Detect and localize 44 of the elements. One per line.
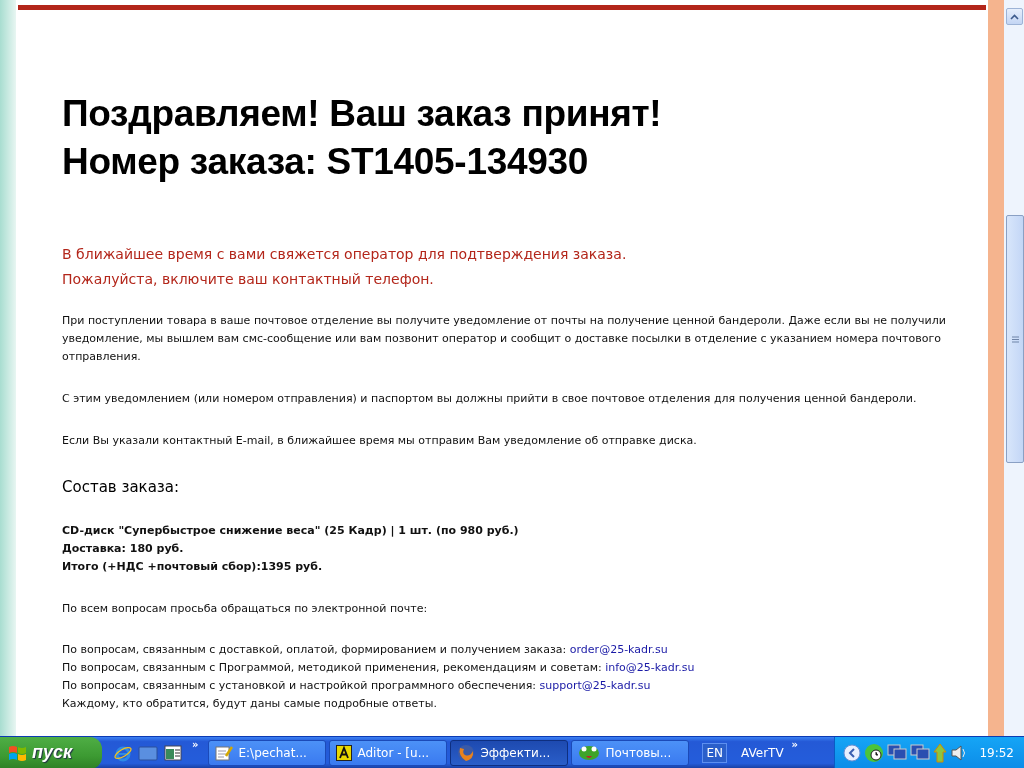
contact-intro: По всем вопросам просьба обращаться по электронной почте: <box>62 601 429 617</box>
order-line: Итого (+НДС +почтовый сбор):1395 руб. <box>62 559 324 575</box>
email-link[interactable]: order@25-kadr.su <box>569 643 668 656</box>
order-line: CD-диск "Супербыстрое снижение веса" (25 Кадр) | 1 шт. (по 980 руб.) <box>62 523 520 539</box>
email-link[interactable]: support@25-kadr.su <box>539 679 651 692</box>
contact-line: По вопросам, связанным с Программой, методикой применения, рекомендациям и советам: info@25-kadr.su <box>62 660 696 676</box>
contact-line: По вопросам, связанным с установкой и настройкой программного обеспечения: support@25-kadr.su <box>62 678 652 694</box>
chevron-left-icon[interactable] <box>843 743 862 762</box>
closing-text: Каждому, кто обратится, будут даны самые подробные ответы. <box>62 696 438 712</box>
taskbar-button[interactable]: E:\pechat... <box>208 739 327 766</box>
paragraph: При поступлении товара в ваше почтовое отделение вы получите уведомление от почты на получение ценной бандероли. Даже если вы не получили уведомление, мы вышлем вам смс-сообщение или вам позвонит оператор и сообщит о доставке посылки в отделение с указанием номера почтового отправления. <box>62 313 947 365</box>
paragraph: Если Вы указали контактный E-mail, в ближайшее время мы отправим Вам уведомление об отправке диска. <box>62 433 698 449</box>
caret-up-icon <box>1010 13 1019 20</box>
headline: Номер заказа: ST1405-134930 <box>62 140 590 184</box>
notice-text: Пожалуйста, включите ваш контактный телефон. <box>62 270 435 289</box>
paragraph: С этим уведомлением (или номером отправления) и паспортом вы должны прийти в свое почтовое отделения для получения ценной бандероли. <box>62 391 918 407</box>
window-icon[interactable] <box>164 744 182 761</box>
start-button[interactable]: пуск <box>0 736 102 768</box>
grip-icon <box>1011 335 1019 343</box>
headline: Поздравляем! Ваш заказ принят! <box>62 92 663 136</box>
more-icon[interactable]: » <box>791 739 799 750</box>
scrollbar-thumb[interactable] <box>1006 215 1024 463</box>
up-arrow-icon[interactable] <box>933 742 948 763</box>
notice-text: В ближайшее время с вами свяжется оператор для подтверждения заказа. <box>62 245 628 264</box>
order-heading: Состав заказа: <box>62 478 181 496</box>
frog-icon <box>578 743 601 762</box>
language-indicator[interactable]: EN <box>702 742 728 763</box>
contact-line: По вопросам, связанным с доставкой, оплатой, формированием и получением заказа: order@25-kadr.su <box>62 642 669 658</box>
letter-a-icon <box>336 744 353 761</box>
email-link[interactable]: info@25-kadr.su <box>605 661 695 674</box>
windows-logo-icon <box>8 743 28 762</box>
toolbar-label[interactable]: AVerTV <box>741 745 784 760</box>
network-icon[interactable] <box>910 743 931 762</box>
clover-clock-icon[interactable] <box>864 742 885 763</box>
notepad-icon <box>215 744 234 761</box>
order-line: Доставка: 180 руб. <box>62 541 185 557</box>
scroll-up-button[interactable] <box>1006 8 1023 25</box>
taskbar-button[interactable]: Почтовы... <box>571 739 690 766</box>
fox-globe-icon <box>457 743 476 762</box>
taskbar-button[interactable]: Эффекти... <box>450 739 569 766</box>
taskbar-button[interactable]: Aditor - [u... <box>329 739 448 766</box>
desktop-icon[interactable] <box>138 744 158 761</box>
clock: 19:52 <box>979 745 1014 760</box>
more-icon[interactable]: » <box>192 739 199 750</box>
